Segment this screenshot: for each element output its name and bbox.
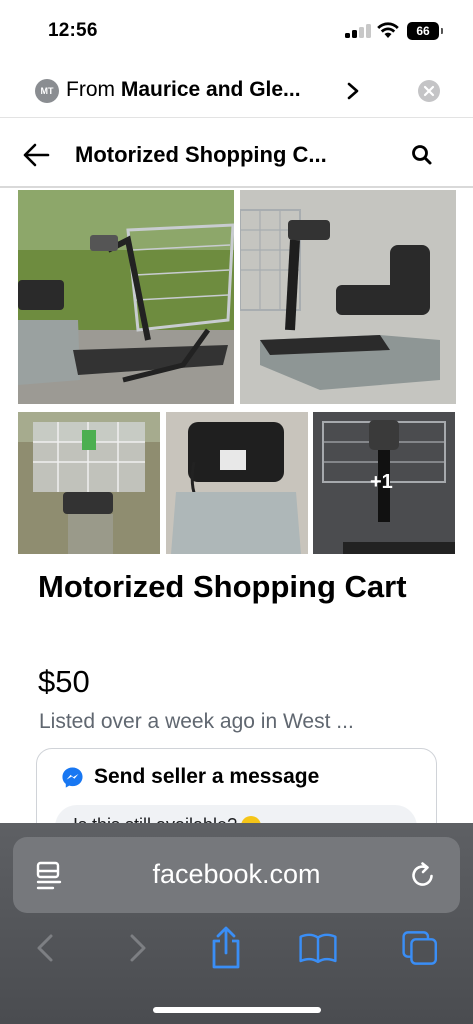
from-name: Maurice and Gle... (120, 78, 301, 101)
home-indicator (153, 1007, 321, 1013)
from-banner-text[interactable]: From Maurice and Gle... (66, 78, 301, 102)
listing-title: Motorized Shopping Cart (38, 569, 407, 604)
wifi-icon (377, 22, 399, 38)
message-heading: Send seller a message (94, 765, 320, 788)
reload-icon[interactable] (409, 861, 437, 889)
battery-icon: 66 (407, 22, 443, 40)
address-bar[interactable]: facebook.com (13, 837, 460, 913)
bookmarks-icon[interactable] (298, 925, 338, 971)
from-banner[interactable]: MT From Maurice and Gle... (0, 64, 473, 118)
url-text[interactable]: facebook.com (13, 859, 460, 890)
back-arrow-icon[interactable] (22, 142, 50, 168)
listing-photo[interactable] (18, 412, 160, 554)
more-photos-count[interactable]: +1 (370, 471, 393, 494)
from-prefix: From (66, 78, 115, 101)
chevron-right-icon (347, 82, 359, 100)
listing-price: $50 (38, 664, 90, 699)
back-icon[interactable] (27, 925, 67, 971)
nav-header: Motorized Shopping C... (0, 124, 473, 188)
browser-toolbar: facebook.com (0, 823, 473, 1024)
signal-icon (345, 24, 371, 38)
share-icon[interactable] (206, 925, 246, 971)
listing-photo[interactable] (166, 412, 308, 554)
messenger-icon (62, 767, 83, 788)
search-icon[interactable] (410, 143, 434, 167)
avatar: MT (35, 79, 59, 103)
tabs-icon[interactable] (401, 925, 441, 971)
forward-icon[interactable] (118, 925, 158, 971)
close-icon[interactable] (418, 80, 440, 102)
listing-photo[interactable] (240, 190, 456, 404)
page-title: Motorized Shopping C... (75, 142, 327, 167)
status-bar: 12:56 66 (0, 0, 473, 60)
status-time: 12:56 (48, 20, 98, 41)
listing-meta: Listed over a week ago in West ... (39, 710, 354, 733)
listing-photo[interactable] (18, 190, 234, 404)
